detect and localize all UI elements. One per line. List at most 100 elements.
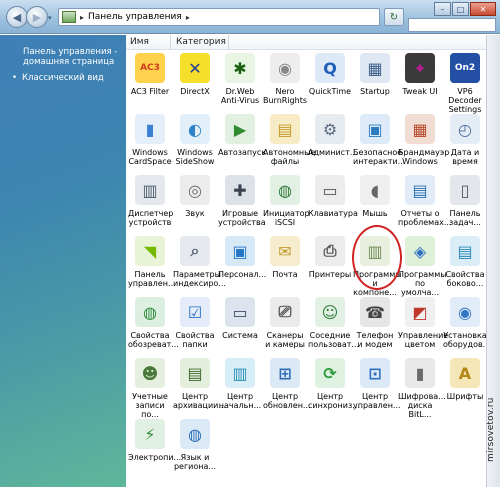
control-panel-item[interactable]: ◎ Звук xyxy=(173,175,217,218)
cardspace-icon: ▮ xyxy=(135,114,165,144)
highlight-circle xyxy=(352,225,402,290)
control-panel-item[interactable]: ✉ Почта xyxy=(263,236,307,279)
control-panel-item[interactable]: ◐ Windows SideShow xyxy=(173,114,217,166)
item-label: Nero BurnRights xyxy=(263,87,308,105)
breadcrumb-chevron-icon[interactable]: ▸ xyxy=(186,13,190,22)
indexing-icon: ⌕ xyxy=(180,236,210,266)
control-panel-item[interactable]: ⎚ Сканеры и камеры xyxy=(263,297,307,349)
control-panel-item[interactable]: ▭ Система xyxy=(218,297,262,340)
control-panel-item[interactable]: ☻ Учетные записи по... xyxy=(128,358,172,419)
control-panel-item[interactable]: ◉ Установка оборудов... xyxy=(443,297,490,349)
control-panel-item[interactable]: ▭ Клавиатура xyxy=(308,175,358,218)
control-panel-item[interactable]: ☑ Свойства папки xyxy=(173,297,217,349)
control-panel-item[interactable]: ⟳ Центр синхрониз... xyxy=(308,358,360,410)
control-panel-item[interactable]: On2 VP6 Decoder Settings xyxy=(443,53,487,114)
control-panel-item[interactable]: ▮ Windows CardSpace xyxy=(128,114,172,166)
control-panel-item[interactable]: ◖ Мышь xyxy=(353,175,397,218)
item-label: Язык и региона... xyxy=(173,453,217,471)
backup-icon: ▤ xyxy=(180,358,210,388)
control-panel-item[interactable]: ▶ Автозапуск xyxy=(218,114,267,157)
control-panel-item[interactable]: ▤ Свойства боково... xyxy=(443,236,487,288)
control-panel-item[interactable]: ▥ Центр начальн... xyxy=(218,358,262,410)
column-divider[interactable] xyxy=(170,35,171,50)
control-panel-item[interactable]: ◈ Программы по умолча... xyxy=(398,236,447,297)
gamepad-icon: ✚ xyxy=(225,175,255,205)
column-category[interactable]: Категория xyxy=(176,37,226,47)
address-bar[interactable]: ▸ Панель управления ▸ xyxy=(58,8,380,26)
item-label: Игровые устройства xyxy=(218,209,266,227)
control-panel-item[interactable]: ▤ Автономные файлы xyxy=(263,114,315,166)
control-panel-item[interactable]: ▯ Панель задач... xyxy=(443,175,487,227)
region-language-icon: ◍ xyxy=(180,419,210,449)
control-panel-item[interactable]: ✱ Dr.Web Anti-Virus xyxy=(218,53,262,105)
control-panel-item[interactable]: AC3 AC3 Filter xyxy=(128,53,172,96)
control-panel-item[interactable]: ⎙ Принтеры xyxy=(308,236,352,279)
item-label: Брандмауэр Windows xyxy=(398,148,450,166)
control-panel-item[interactable]: ⌕ Параметры индексиро... xyxy=(173,236,226,288)
item-label: QuickTime xyxy=(308,87,352,96)
control-panel-item[interactable]: ◍ Язык и региона... xyxy=(173,419,217,471)
control-panel-item[interactable]: ◉ Nero BurnRights xyxy=(263,53,307,105)
close-button[interactable]: ✕ xyxy=(470,2,496,16)
control-panel-item[interactable]: A Шрифты xyxy=(443,358,487,401)
control-panel-home-link[interactable]: Панель управления - домашняя страница xyxy=(0,47,126,67)
problem-reports-icon: ▤ xyxy=(405,175,435,205)
breadcrumb-separator-icon[interactable]: ▸ xyxy=(80,13,84,22)
window-controls: – □ ✕ xyxy=(434,2,496,16)
control-panel-item[interactable]: ◍ Свойства обозреват... xyxy=(128,297,179,349)
control-panel-item[interactable]: ▤ Центр архивации... xyxy=(173,358,226,410)
sound-icon: ◎ xyxy=(180,175,210,205)
control-panel-item[interactable]: ⚙ Админист... xyxy=(308,114,357,157)
network-center-icon: ⊡ xyxy=(360,358,390,388)
control-panel-item[interactable]: ◴ Дата и время xyxy=(443,114,487,166)
column-name[interactable]: Имя xyxy=(130,37,149,47)
control-panel-item[interactable]: Q QuickTime xyxy=(308,53,352,96)
control-panel-item[interactable]: ✦ Tweak UI xyxy=(398,53,442,96)
control-panel-item[interactable]: ⊡ Центр управлен... xyxy=(353,358,401,410)
control-panel-item[interactable]: ⚡ Электропи... xyxy=(128,419,181,462)
add-hardware-icon: ◉ xyxy=(450,297,480,327)
power-options-icon: ⚡ xyxy=(135,419,165,449)
device-manager-icon: ▥ xyxy=(135,175,165,205)
control-panel-item[interactable]: ◍ Инициатор iSCSI xyxy=(263,175,310,227)
control-panel-item[interactable]: ▤ Отчеты о проблемах... xyxy=(398,175,452,227)
items-pane: Имя Категория AC3 AC3 Filter ✕ DirectX ✱ Dr.W… xyxy=(126,35,490,487)
breadcrumb-control-panel[interactable]: Панель управления xyxy=(88,12,182,22)
nvidia-icon: ◥ xyxy=(135,236,165,266)
recent-pages-dropdown[interactable]: ▾ xyxy=(48,14,52,22)
item-label: Центр обновлен... xyxy=(263,392,311,410)
refresh-button[interactable]: ↻ xyxy=(384,8,404,26)
control-panel-item[interactable]: ▦ Брандмауэр Windows xyxy=(398,114,450,166)
back-button[interactable]: ◀ xyxy=(6,6,28,28)
item-label: Шифрова... диска BitL... xyxy=(398,392,446,419)
classic-view-link[interactable]: Классический вид xyxy=(0,73,126,83)
item-label: Свойства боково... xyxy=(445,270,485,288)
control-panel-item[interactable]: ▥ Диспетчер устройств xyxy=(128,175,174,227)
maximize-button[interactable]: □ xyxy=(452,2,469,16)
forward-button[interactable]: ▶ xyxy=(26,6,48,28)
control-panel-item[interactable]: ◥ Панель управлен... xyxy=(128,236,176,288)
minimize-button[interactable]: – xyxy=(434,2,451,16)
datetime-icon: ◴ xyxy=(450,114,480,144)
control-panel-item[interactable]: ⊞ Центр обновлен... xyxy=(263,358,311,410)
control-panel-item[interactable]: ▮ Шифрова... диска BitL... xyxy=(398,358,446,419)
search-input[interactable] xyxy=(408,18,496,32)
control-panel-item[interactable]: ▣ Персонал... xyxy=(218,236,266,279)
item-label: Диспетчер устройств xyxy=(128,209,174,227)
control-panel-item[interactable]: ▦ Startup xyxy=(353,53,397,96)
item-label: VP6 Decoder Settings xyxy=(448,87,482,114)
control-panel-item[interactable]: ☺ Соседние пользоват... xyxy=(308,297,359,349)
item-label: Отчеты о проблемах... xyxy=(398,209,452,227)
control-panel-item[interactable]: ✕ DirectX xyxy=(173,53,217,96)
control-panel-item[interactable]: ▣ Безопасное интеракти... xyxy=(353,114,406,166)
control-panel-icon xyxy=(62,11,76,23)
item-label: Шрифты xyxy=(446,392,484,401)
control-panel-item[interactable]: ✚ Игровые устройства xyxy=(218,175,266,227)
item-label: Безопасное интеракти... xyxy=(353,148,406,166)
item-label: Автозапуск xyxy=(218,148,267,157)
column-divider[interactable] xyxy=(228,35,229,50)
column-header: Имя Категория xyxy=(126,35,486,50)
item-label: AC3 Filter xyxy=(130,87,170,96)
control-panel-item[interactable]: ◩ Управление цветом xyxy=(398,297,448,349)
control-panel-item[interactable]: ☎ Телефон и модем xyxy=(353,297,397,349)
